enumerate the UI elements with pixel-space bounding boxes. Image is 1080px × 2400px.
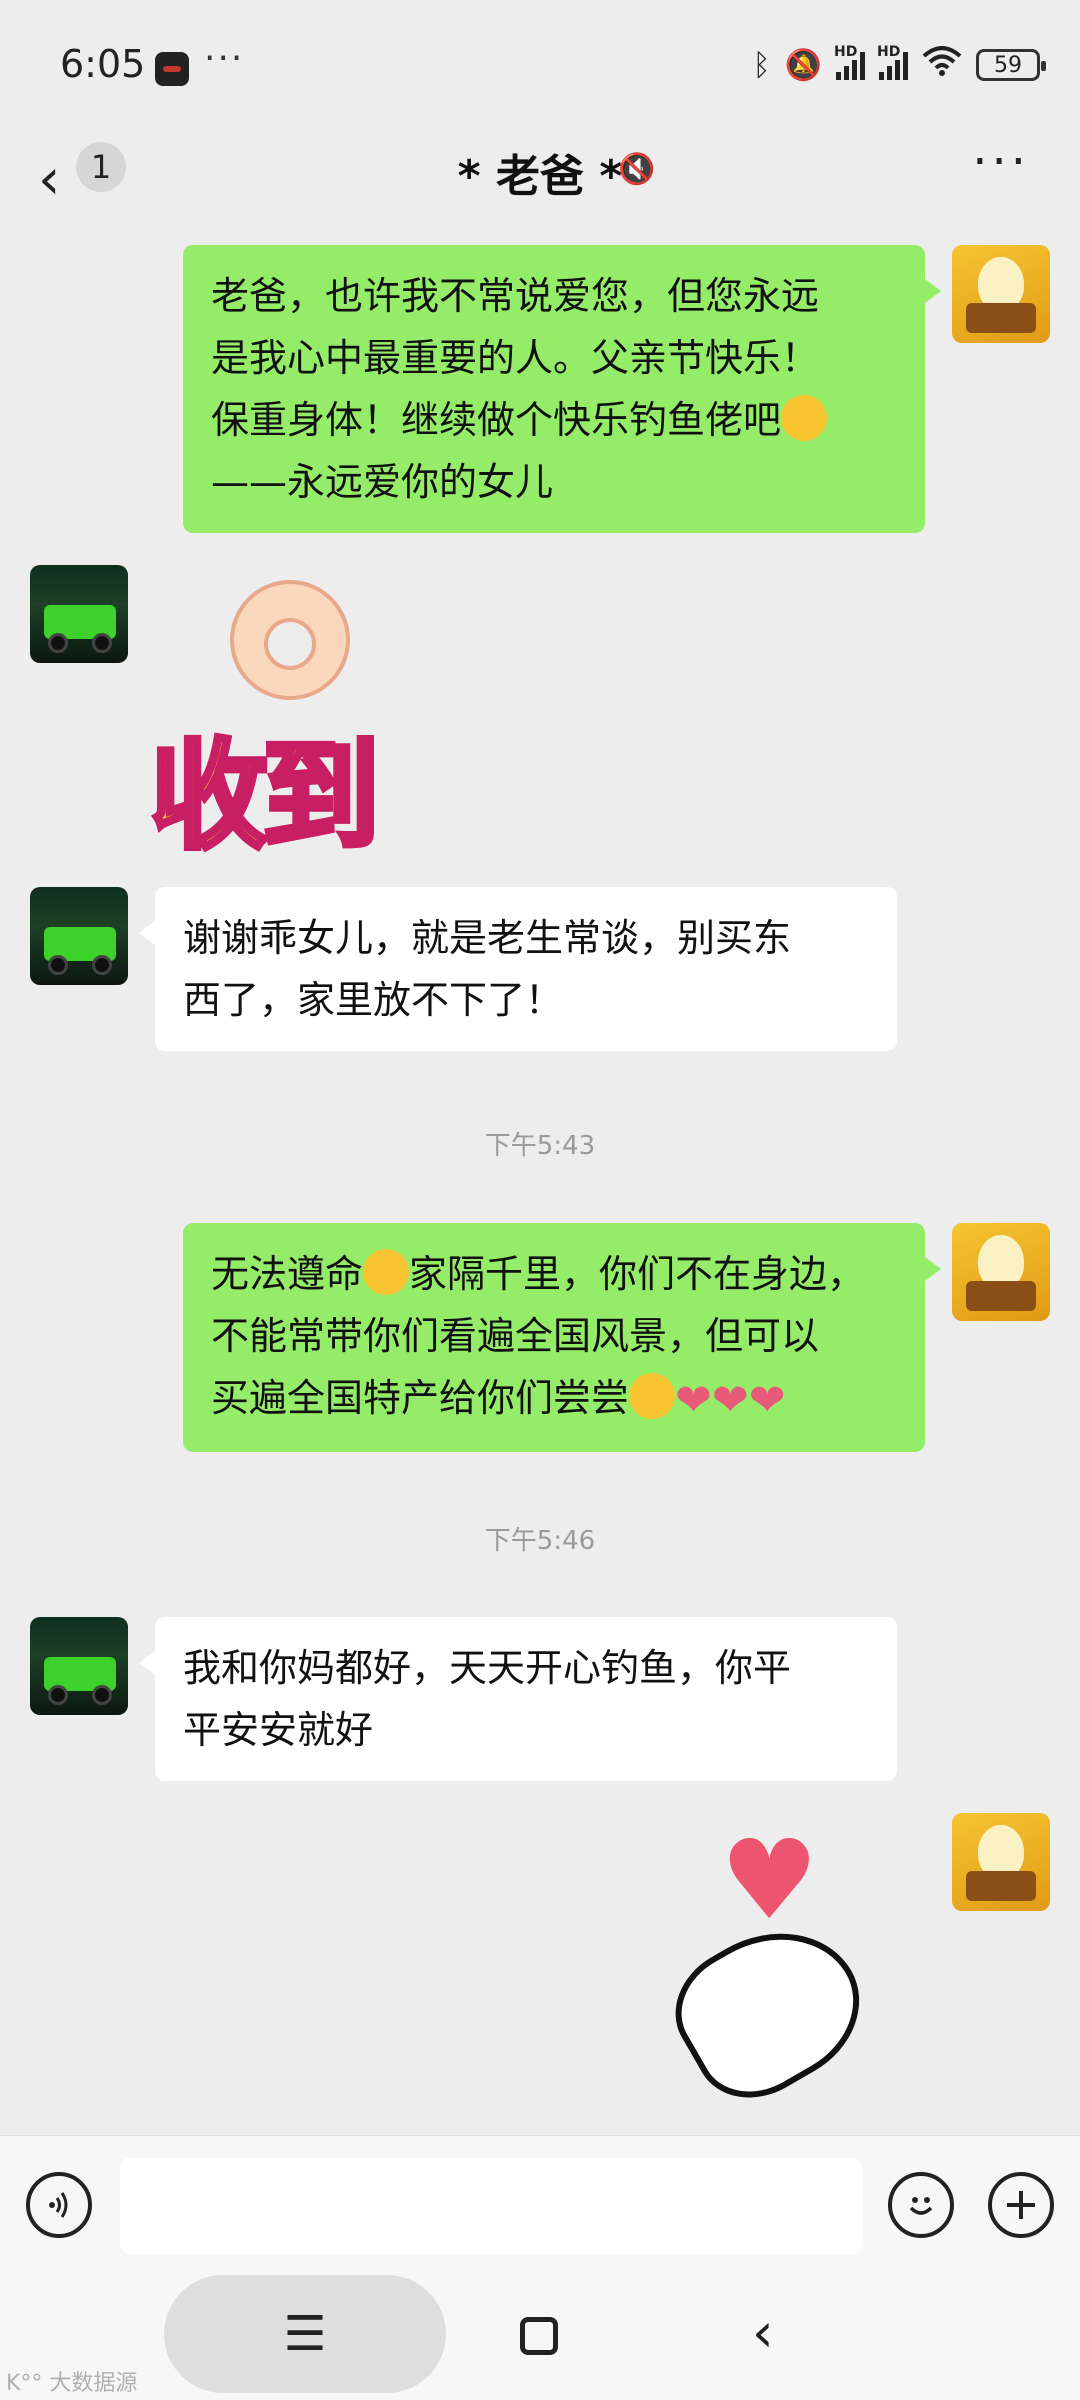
system-nav-bar: ☰ ‹ K°° 大数据源 (0, 2275, 1080, 2400)
ok-hand-icon (230, 580, 350, 700)
chat-title: * 老爸 * (457, 151, 623, 202)
message-line: 保重身体！继续做个快乐钓鱼佬吧 (211, 389, 897, 451)
dad-avatar[interactable] (30, 565, 128, 663)
home-button[interactable] (520, 2317, 558, 2355)
battery-icon: 59 (976, 49, 1046, 81)
grin-emoji-icon (781, 395, 828, 441)
message-line: 无法遵命 家隔千里，你们不在身边， (211, 1243, 897, 1305)
menu-icon: ☰ (283, 2306, 327, 2362)
my-avatar[interactable] (952, 1223, 1050, 1321)
recent-apps-button[interactable]: ☰ (164, 2275, 446, 2393)
heart-emoji-icon: ❤❤❤ (675, 1375, 786, 1426)
status-bar: 6:05 ··· ᛒ 🔕 HD HD 59 (0, 0, 1080, 130)
timestamp: 下午5:46 (484, 1526, 596, 1556)
crying-laughing-emoji-icon (363, 1249, 410, 1295)
message-bubble-sent[interactable]: 老爸，也许我不常说爱您，但您永远 是我心中最重要的人。父亲节快乐！ 保重身体！继… (183, 245, 941, 533)
battery-level: 59 (994, 52, 1022, 78)
message-line: 老爸，也许我不常说爱您，但您永远 (211, 274, 820, 318)
message-line: 谢谢乖女儿，就是老生常谈，别买东 (183, 916, 792, 960)
my-avatar[interactable] (952, 1813, 1050, 1911)
emoji-button[interactable] (888, 2172, 954, 2238)
voice-icon (49, 2192, 68, 2218)
voice-input-button[interactable] (26, 2172, 92, 2238)
wifi-icon (922, 46, 962, 84)
message-bubble-received[interactable]: 我和你妈都好，天天开心钓鱼，你平 平安安就好 (139, 1617, 897, 1781)
heart-hand-sticker[interactable]: ♥ (654, 1816, 910, 2120)
heart-icon: ♥ (720, 1816, 819, 1944)
message-line: 是我心中最重要的人。父亲节快乐！ (211, 336, 820, 380)
chat-header: ‹ 1 * 老爸 * 🔇 ··· (0, 130, 1080, 230)
smiley-icon (909, 2197, 933, 2215)
mute-bell-icon: 🔕 (784, 47, 822, 83)
message-bubble-sent[interactable]: 无法遵命 家隔千里，你们不在身边， 不能常带你们看遍全国风景，但可以 买遍全国特产… (183, 1223, 941, 1452)
ok-sticker[interactable]: 收到 (147, 570, 460, 870)
signal-icon-2: HD (877, 44, 908, 80)
input-bar (0, 2135, 1080, 2275)
dad-avatar[interactable] (30, 1617, 128, 1715)
message-line: ——永远爱你的女儿 (211, 460, 554, 504)
watermark: K°° 大数据源 (6, 2371, 138, 2396)
status-icons: ᛒ 🔕 HD HD 59 (752, 44, 1046, 84)
more-options-button[interactable]: ··· (972, 134, 1030, 190)
dad-avatar[interactable] (30, 887, 128, 985)
recorder-app-icon (155, 52, 189, 86)
message-line: 西了，家里放不下了！ (183, 978, 564, 1022)
message-line: 平安安就好 (183, 1708, 374, 1752)
my-avatar[interactable] (952, 245, 1050, 343)
message-line: 我和你妈都好，天天开心钓鱼，你平 (183, 1646, 792, 1690)
timestamp: 下午5:43 (484, 1131, 596, 1161)
message-line: 不能常带你们看遍全国风景，但可以 (211, 1314, 820, 1358)
message-input[interactable] (120, 2158, 862, 2254)
message-list[interactable]: 老爸，也许我不常说爱您，但您永远 是我心中最重要的人。父亲节快乐！ 保重身体！继… (0, 230, 1080, 2135)
signal-icon: HD (834, 44, 865, 80)
more-functions-button[interactable] (988, 2172, 1054, 2238)
plus-icon (1007, 2191, 1035, 2219)
hd-label-2: HD (877, 44, 901, 60)
sticker-text: 收到 (147, 725, 382, 868)
bluetooth-icon: ᛒ (752, 47, 771, 83)
hd-label: HD (834, 44, 858, 60)
message-bubble-received[interactable]: 谢谢乖女儿，就是老生常谈，别买东 西了，家里放不下了！ (139, 887, 897, 1051)
message-line: 买遍全国特产给你们尝尝 ❤❤❤ (211, 1367, 897, 1432)
status-time: 6:05 (60, 42, 146, 86)
hug-emoji-icon (629, 1373, 676, 1419)
more-notifications-icon: ··· (204, 38, 245, 79)
muted-voice-icon: 🔇 (618, 152, 656, 187)
nav-back-button[interactable]: ‹ (752, 2301, 774, 2364)
